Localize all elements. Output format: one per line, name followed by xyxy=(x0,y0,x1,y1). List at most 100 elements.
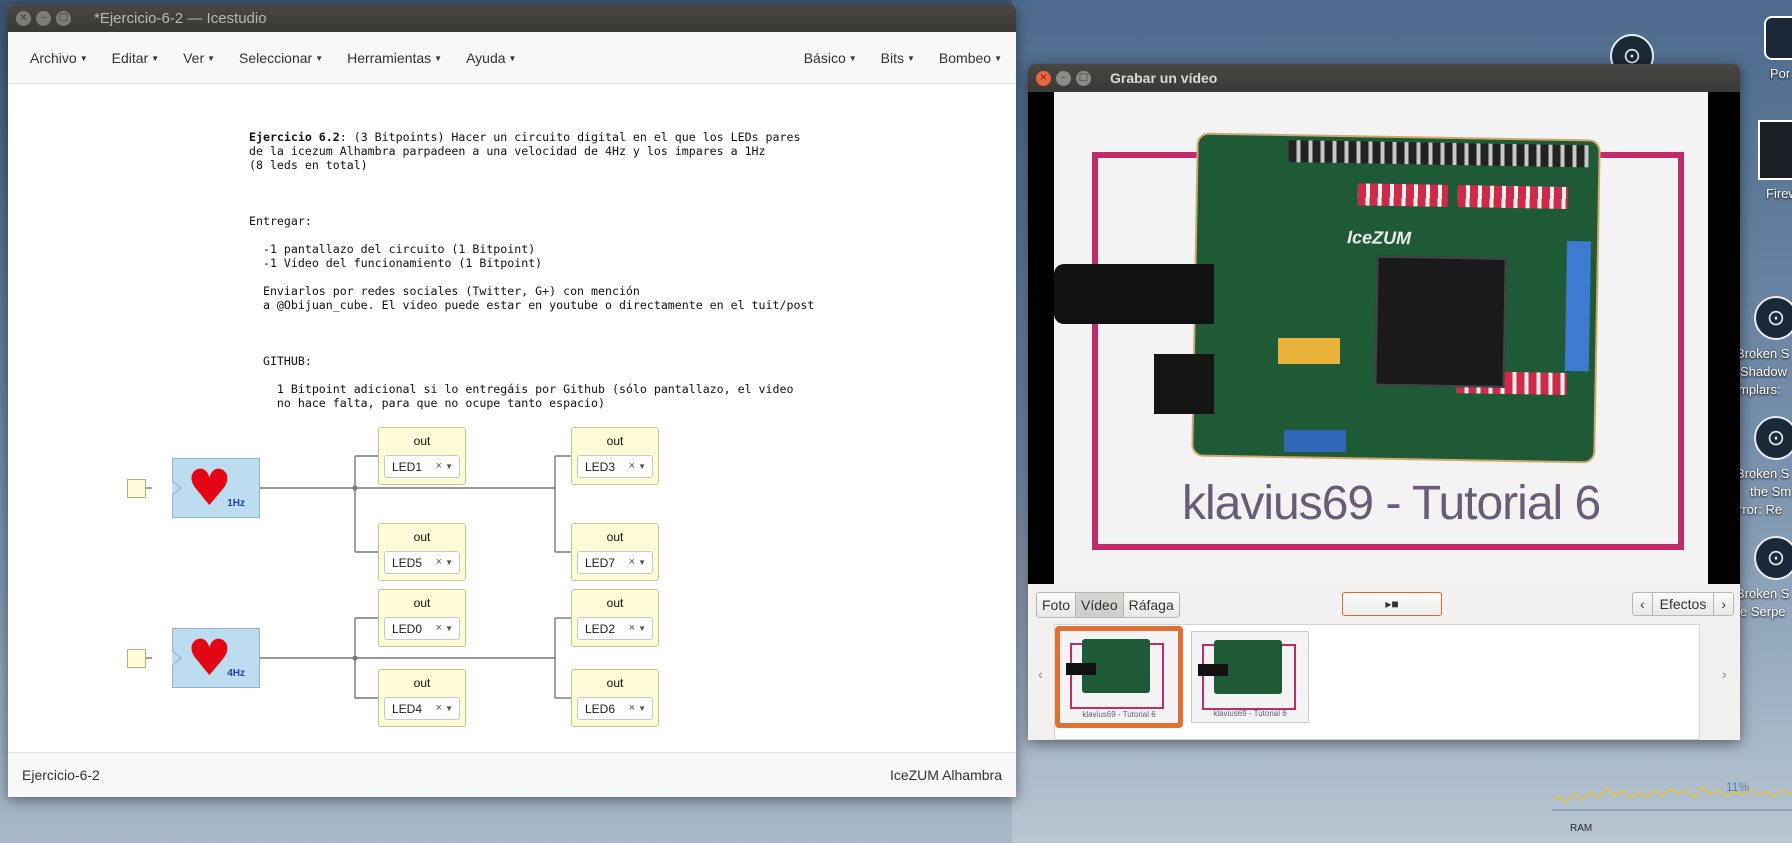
chevron-down-icon[interactable]: ▼ xyxy=(638,704,646,713)
chevron-down-icon[interactable]: ▼ xyxy=(638,624,646,633)
mode-foto-button[interactable]: Foto xyxy=(1037,593,1077,617)
chevron-down-icon[interactable]: ▼ xyxy=(445,558,453,567)
led-select[interactable]: LED2 × ▼ xyxy=(577,617,653,640)
pin-header xyxy=(1357,183,1448,207)
maximize-icon[interactable]: □ xyxy=(1076,70,1091,86)
ram-label: RAM xyxy=(1570,823,1593,834)
next-effects-button[interactable]: › xyxy=(1714,593,1733,615)
firewall-icon[interactable] xyxy=(1758,120,1792,180)
cpu-percent: 11% xyxy=(1726,780,1750,794)
menu-seleccionar[interactable]: Seleccionar ▼ xyxy=(239,50,323,66)
blue-connector xyxy=(1564,240,1592,372)
menu-ayuda[interactable]: Ayuda ▼ xyxy=(466,50,516,66)
clear-icon[interactable]: × xyxy=(436,556,442,568)
chevron-down-icon[interactable]: ▼ xyxy=(445,624,453,633)
clear-icon[interactable]: × xyxy=(629,556,635,568)
mode-video-button[interactable]: Vídeo xyxy=(1076,593,1124,617)
window-titlebar[interactable]: × – □ *Ejercicio-6-2 — Icestudio xyxy=(8,4,1016,32)
clear-icon[interactable]: × xyxy=(629,460,635,472)
chevron-right-icon[interactable]: › xyxy=(1722,666,1727,682)
clear-icon[interactable]: × xyxy=(436,622,442,634)
maximize-icon[interactable]: □ xyxy=(56,10,71,26)
menu-bits[interactable]: Bits ▼ xyxy=(881,50,915,66)
window-title: Grabar un vídeo xyxy=(1110,70,1218,86)
output-block-led0[interactable]: out LED0 × ▼ xyxy=(378,589,466,647)
led-select[interactable]: LED5 × ▼ xyxy=(384,551,460,574)
output-block-led5[interactable]: out LED5 × ▼ xyxy=(378,523,466,581)
minimize-icon[interactable]: – xyxy=(36,10,51,26)
minimize-icon[interactable]: – xyxy=(1056,70,1071,86)
clear-icon[interactable]: × xyxy=(436,460,442,472)
close-icon[interactable]: × xyxy=(1036,70,1051,86)
clear-icon[interactable]: × xyxy=(629,622,635,634)
chevron-down-icon[interactable]: ▼ xyxy=(445,704,453,713)
blue-header xyxy=(1284,430,1346,452)
led-select-value: LED1 xyxy=(392,460,423,474)
caret-down-icon: ▼ xyxy=(848,53,857,63)
output-block-led3[interactable]: out LED3 × ▼ xyxy=(571,427,659,485)
app-icon[interactable] xyxy=(1764,16,1792,60)
thumbnail-selected[interactable]: klavius69 - Tutorial 6 xyxy=(1055,626,1183,728)
led-select[interactable]: LED6 × ▼ xyxy=(577,697,653,720)
led-select[interactable]: LED3 × ▼ xyxy=(577,455,653,478)
recording-timer: 00:00:00 xyxy=(1649,561,1708,578)
led-select[interactable]: LED1 × ▼ xyxy=(384,455,460,478)
menu-ver[interactable]: Ver ▼ xyxy=(183,50,215,66)
led-select-value: LED7 xyxy=(585,556,616,570)
caret-down-icon: ▼ xyxy=(207,53,216,63)
clear-icon[interactable]: × xyxy=(629,702,635,714)
menu-bombeo[interactable]: Bombeo ▼ xyxy=(939,50,1002,66)
menu-herramientas[interactable]: Herramientas ▼ xyxy=(347,50,442,66)
output-label: out xyxy=(413,434,431,448)
controls-bar: Foto Vídeo Ráfaga ▸■ ‹ Efectos › xyxy=(1028,584,1740,622)
clock-block-1hz[interactable]: ♥ 1Hz xyxy=(172,458,260,518)
input-pin[interactable] xyxy=(127,649,146,668)
window-titlebar[interactable]: × – □ Grabar un vídeo xyxy=(1028,64,1740,92)
caret-down-icon: ▼ xyxy=(434,53,443,63)
caret-down-icon: ▼ xyxy=(907,53,915,63)
desktop-icon-label: Broken S xyxy=(1736,586,1790,601)
heart-icon: ♥ xyxy=(187,629,232,687)
desktop-icon-label: rror: Re xyxy=(1738,502,1783,517)
output-block-led2[interactable]: out LED2 × ▼ xyxy=(571,589,659,647)
menu-archivo[interactable]: Archivo ▼ xyxy=(30,50,88,66)
input-pin[interactable] xyxy=(127,479,146,498)
board-name[interactable]: IceZUM Alhambra xyxy=(890,767,1002,783)
fpga-board: IceZUM xyxy=(1191,132,1601,464)
icestudio-window: × – □ *Ejercicio-6-2 — Icestudio Archivo… xyxy=(8,4,1016,797)
steam-game-icon[interactable]: ⊙ xyxy=(1754,416,1792,460)
led-select-value: LED3 xyxy=(585,460,616,474)
record-button[interactable]: ▸■ xyxy=(1342,592,1442,616)
prev-effects-button[interactable]: ‹ xyxy=(1632,593,1653,615)
caret-down-icon: ▼ xyxy=(151,53,160,63)
chevron-down-icon[interactable]: ▼ xyxy=(445,462,453,471)
led-select[interactable]: LED7 × ▼ xyxy=(577,551,653,574)
chevron-down-icon[interactable]: ▼ xyxy=(638,462,646,471)
output-block-led6[interactable]: out LED6 × ▼ xyxy=(571,669,659,727)
output-block-led7[interactable]: out LED7 × ▼ xyxy=(571,523,659,581)
yellow-connector xyxy=(1278,338,1340,364)
menu-basico[interactable]: Básico ▼ xyxy=(804,50,857,66)
camera-feed: IceZUM klavius69 - Tutorial 6 xyxy=(1054,92,1708,584)
clock-block-4hz[interactable]: ♥ 4Hz xyxy=(172,628,260,688)
steam-game-icon[interactable]: ⊙ xyxy=(1754,296,1792,340)
effects-button[interactable]: Efectos xyxy=(1652,593,1715,615)
output-block-led1[interactable]: out LED1 × ▼ xyxy=(378,427,466,485)
desktop-icon-label: e Serpe xyxy=(1740,604,1786,619)
menu-editar[interactable]: Editar ▼ xyxy=(112,50,160,66)
output-block-led4[interactable]: out LED4 × ▼ xyxy=(378,669,466,727)
video-preview: IceZUM klavius69 - Tutorial 6 00:00:00 xyxy=(1028,92,1740,584)
led-select[interactable]: LED0 × ▼ xyxy=(384,617,460,640)
mode-rafaga-button[interactable]: Ráfaga xyxy=(1123,593,1179,617)
led-select[interactable]: LED4 × ▼ xyxy=(384,697,460,720)
output-label: out xyxy=(606,530,624,544)
close-icon[interactable]: × xyxy=(16,10,31,26)
wires xyxy=(136,455,571,699)
chevron-left-icon[interactable]: ‹ xyxy=(1038,666,1043,682)
circuit-canvas[interactable]: Ejercicio 6.2: (3 Bitpoints) Hacer un ci… xyxy=(8,84,1016,752)
clear-icon[interactable]: × xyxy=(436,702,442,714)
chevron-down-icon[interactable]: ▼ xyxy=(638,558,646,567)
desktop-icon-label: mplars: xyxy=(1738,382,1781,397)
thumbnail[interactable]: klavius69 - Tutorial 6 xyxy=(1191,631,1309,723)
steam-game-icon[interactable]: ⊙ xyxy=(1754,536,1792,580)
